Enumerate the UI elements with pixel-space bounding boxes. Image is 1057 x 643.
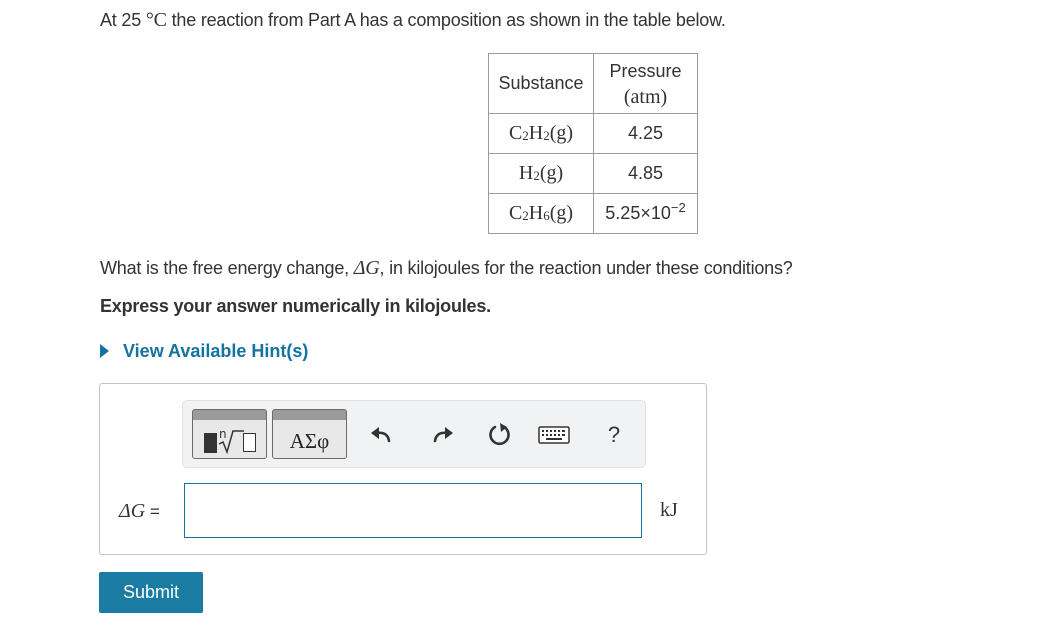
delta-g-symbol: ΔG xyxy=(353,257,380,279)
intro-text: At 25 °C the reaction from Part A has a … xyxy=(100,9,726,32)
keyboard-icon[interactable] xyxy=(538,417,570,453)
composition-table: Substance Pressure (atm) C2H2(g) 4.25 H2… xyxy=(488,53,698,234)
header-pressure-label: Pressure xyxy=(609,60,682,81)
table-row: C2H2(g) 4.25 xyxy=(488,113,698,154)
header-pressure: Pressure (atm) xyxy=(593,53,698,114)
expand-triangle-icon xyxy=(100,344,109,358)
substance-cell: H2(g) xyxy=(488,153,594,194)
answer-label-math: ΔG xyxy=(119,500,146,522)
element-symbol: H xyxy=(518,162,534,184)
answer-label: ΔG = xyxy=(119,500,160,523)
temperature-unit: °C xyxy=(145,9,167,31)
question-text-part: , in kilojoules for the reaction under t… xyxy=(379,258,793,278)
answer-unit: kJ xyxy=(660,499,678,521)
undo-icon[interactable] xyxy=(365,417,397,453)
math-toolbar: n ΑΣφ ? xyxy=(182,400,646,468)
element-symbol: H xyxy=(528,202,544,224)
table-row: H2(g) 4.85 xyxy=(488,153,698,194)
answer-input[interactable] xyxy=(184,483,642,538)
reset-icon[interactable] xyxy=(484,417,516,453)
element-symbol: C xyxy=(508,202,523,224)
table-row: C2H6(g) 5.25×10−2 xyxy=(488,193,698,234)
redo-icon[interactable] xyxy=(427,417,459,453)
substance-cell: C2H6(g) xyxy=(488,193,594,234)
greek-symbols-button[interactable]: ΑΣφ xyxy=(272,409,347,459)
substance-cell: C2H2(g) xyxy=(488,113,594,154)
pressure-mantissa: 5.25×10 xyxy=(605,203,671,223)
pressure-cell: 4.85 xyxy=(593,153,698,194)
template-block-icon xyxy=(204,433,217,453)
phase-label: (g) xyxy=(549,122,574,144)
hint-label: View Available Hint(s) xyxy=(123,341,309,361)
phase-label: (g) xyxy=(549,202,574,224)
help-button[interactable]: ? xyxy=(598,417,630,453)
intro-text-part: At 25 xyxy=(100,10,146,30)
answer-label-equals: = xyxy=(145,502,160,521)
header-pressure-unit: (atm) xyxy=(623,85,668,108)
submit-button[interactable]: Submit xyxy=(99,572,203,613)
element-symbol: C xyxy=(508,122,523,144)
greek-symbols-label: ΑΣφ xyxy=(289,429,330,453)
pressure-cell: 5.25×10−2 xyxy=(593,193,698,234)
view-hints-link[interactable]: View Available Hint(s) xyxy=(100,341,308,362)
templates-button[interactable]: n xyxy=(192,409,267,459)
element-symbol: H xyxy=(528,122,544,144)
sqrt-icon: n xyxy=(218,427,244,455)
template-box-icon xyxy=(243,433,256,452)
header-substance: Substance xyxy=(488,53,594,114)
instruction-text: Express your answer numerically in kiloj… xyxy=(100,296,491,316)
table-header-row: Substance Pressure (atm) xyxy=(488,53,698,114)
pressure-cell: 4.25 xyxy=(593,113,698,154)
intro-text-part: the reaction from Part A has a compositi… xyxy=(166,10,726,30)
svg-text:n: n xyxy=(219,427,227,441)
question-text-part: What is the free energy change, xyxy=(100,258,354,278)
pressure-exponent: −2 xyxy=(670,200,686,215)
question-text: What is the free energy change, ΔG, in k… xyxy=(100,257,793,280)
phase-label: (g) xyxy=(539,162,564,184)
